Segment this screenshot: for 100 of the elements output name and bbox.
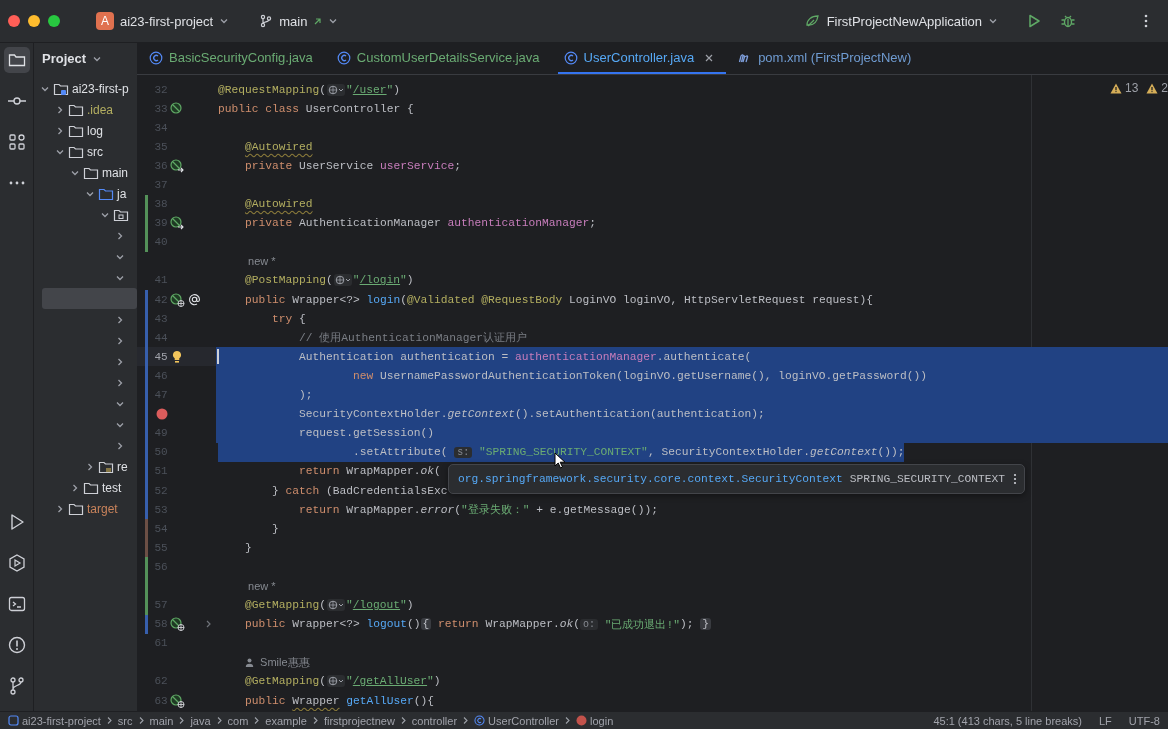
breadcrumb-item[interactable]: java — [190, 714, 211, 727]
tree-item[interactable]: main — [34, 162, 137, 183]
run-icon[interactable] — [1026, 13, 1042, 29]
tree-item[interactable]: ai23-first-p — [34, 78, 137, 99]
breadcrumb-item[interactable]: ai23-first-project — [8, 714, 101, 727]
author-hint[interactable]: new * — [245, 580, 276, 592]
branch-icon — [259, 14, 274, 28]
project-switcher[interactable]: A ai23-first-project — [88, 8, 238, 34]
tree-item[interactable]: .idea — [34, 99, 137, 120]
code-line: public class UserController { — [218, 101, 414, 117]
chevron-right-icon — [215, 716, 223, 725]
caret-position[interactable]: 45:1 (413 chars, 5 line breaks) — [933, 714, 1082, 727]
bean-globe-icon[interactable] — [169, 292, 185, 307]
tree-item-label: main — [102, 165, 128, 180]
class-icon — [563, 50, 578, 65]
class-icon — [149, 50, 163, 65]
breakpoint-icon[interactable] — [155, 408, 168, 421]
chevron-right-icon — [311, 716, 319, 725]
file-tab[interactable]: BasicSecurityConfig.java — [143, 43, 325, 74]
chevron-right-icon[interactable] — [115, 230, 125, 241]
close-window-button[interactable] — [8, 15, 20, 27]
chevron-right-icon[interactable] — [85, 461, 95, 472]
code-line: return WrapMapper.error("登录失败：" + e.getMessage()); — [298, 502, 658, 519]
code-line: } catch (BadCredentialsExc — [271, 483, 448, 499]
project-folder-icon[interactable] — [3, 47, 30, 73]
project-view-title[interactable]: Project — [34, 43, 137, 74]
breadcrumb-item[interactable]: example — [265, 714, 307, 727]
code-line: private UserService userService; — [244, 158, 462, 174]
warning-icon — [1109, 82, 1122, 94]
warning-count-text: 13 — [1124, 81, 1139, 95]
chevron-right-icon[interactable] — [70, 482, 80, 493]
breadcrumb-item[interactable]: main — [149, 714, 174, 727]
globe-dropdown-icon[interactable] — [328, 600, 345, 611]
minimize-window-button[interactable] — [28, 15, 40, 27]
file-tab[interactable]: pom.xml (FirstProjectNew) — [732, 43, 924, 74]
tree-item[interactable]: re — [34, 456, 137, 477]
bean-icon[interactable] — [169, 101, 185, 116]
tree-item[interactable]: log — [34, 120, 137, 141]
line-number: 45 — [154, 350, 168, 363]
tree-item-label: target — [87, 501, 118, 516]
tree-item-label: ja — [117, 186, 127, 201]
code-line: } — [244, 540, 252, 556]
code-line: new UsernamePasswordAuthenticationToken(loginVO.getUsername(), loginVO.getPassword()) — [352, 368, 927, 384]
chevron-right-icon — [178, 716, 186, 725]
chevron-right-icon[interactable] — [115, 440, 125, 451]
author-hint[interactable]: Smile惠惠 — [245, 654, 310, 670]
project-badge: A — [96, 12, 114, 30]
chevron-right-icon — [137, 716, 145, 725]
code-line: SecurityContextHolder.getContext().setAuthentication(authentication); — [298, 407, 765, 423]
lightbulb-icon[interactable] — [171, 349, 184, 364]
zoom-window-button[interactable] — [48, 15, 60, 27]
globe-dropdown-icon[interactable] — [328, 676, 345, 687]
tree-item[interactable]: ja — [34, 183, 137, 204]
file-tab[interactable]: CustomUserDetailsService.java — [330, 43, 552, 74]
breadcrumb-item[interactable]: firstprojectnew — [323, 714, 395, 727]
code-line: @GetMapping( "/getAllUser") — [244, 674, 441, 690]
chevron-right-icon[interactable] — [115, 356, 125, 367]
spring-leaf-icon — [804, 14, 821, 28]
globe-dropdown-icon[interactable] — [328, 84, 345, 95]
code-line: private AuthenticationManager authenticationManager; — [244, 216, 597, 232]
code-line: try { — [271, 311, 306, 327]
chevron-right-icon[interactable] — [115, 377, 125, 388]
class-icon — [474, 715, 486, 726]
tree-item[interactable]: src — [34, 141, 137, 162]
breadcrumb-item[interactable]: com — [227, 714, 249, 727]
warning-count[interactable]: 13 — [1109, 81, 1139, 95]
breadcrumb-item[interactable]: login — [576, 714, 614, 727]
more-icon[interactable] — [1012, 473, 1019, 485]
chevron-right-icon[interactable] — [55, 104, 65, 115]
file-encoding[interactable]: UTF-8 — [1128, 714, 1160, 727]
chevron-right-icon — [253, 716, 261, 725]
tree-item[interactable]: target — [34, 498, 137, 519]
close-icon[interactable] — [704, 52, 715, 63]
chevron-right-icon[interactable] — [55, 125, 65, 136]
expand-fold-icon[interactable] — [204, 619, 213, 630]
tree-item-label: src — [87, 144, 103, 159]
chevron-right-icon[interactable] — [115, 314, 125, 325]
tree-item-label: log — [87, 123, 103, 138]
chevron-right-icon — [564, 716, 571, 725]
warning-count[interactable]: 2 — [1146, 81, 1168, 95]
module-icon — [8, 715, 19, 726]
breadcrumb-item[interactable]: UserController — [474, 714, 559, 727]
breadcrumb-item[interactable]: src — [117, 714, 133, 727]
bean-globe-icon[interactable] — [169, 617, 185, 632]
chevron-right-icon[interactable] — [115, 335, 125, 346]
chevron-down-icon — [988, 16, 998, 26]
branch-switcher[interactable]: main — [251, 9, 347, 33]
at-sign-icon[interactable] — [187, 293, 201, 307]
chevron-right-icon[interactable] — [55, 503, 65, 514]
code-line: public Wrapper<?> login(@Validated @RequestBody LoginVO loginVO, HttpServletRequest request){ — [244, 292, 873, 308]
line-ending[interactable]: LF — [1099, 714, 1112, 727]
run-configuration-selector[interactable]: FirstProjectNewApplication — [796, 9, 1006, 33]
author-hint[interactable]: new * — [245, 255, 276, 268]
breadcrumb-item[interactable]: controller — [411, 714, 458, 727]
file-tab[interactable]: UserController.java — [557, 43, 727, 74]
globe-dropdown-icon[interactable] — [334, 275, 351, 286]
code-line: @GetMapping( "/logout") — [244, 598, 414, 614]
bean-globe-icon[interactable] — [169, 693, 185, 708]
tree-item[interactable]: test — [34, 477, 137, 498]
debug-bug-icon[interactable] — [1060, 13, 1076, 29]
